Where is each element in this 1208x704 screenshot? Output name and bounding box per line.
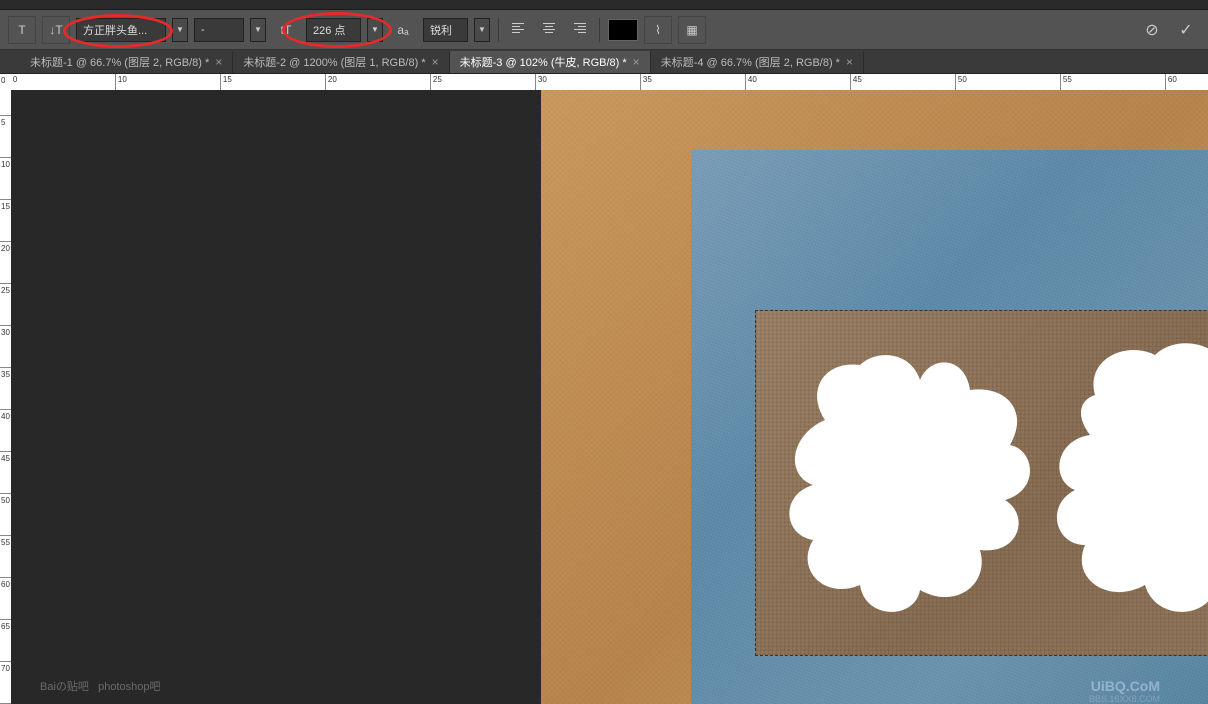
text-layer[interactable] bbox=[755, 300, 1208, 646]
ruler-tick: 25 bbox=[0, 284, 11, 326]
canvas-area[interactable] bbox=[11, 90, 1208, 704]
font-style-dropdown[interactable]: - bbox=[194, 18, 244, 42]
align-center-button[interactable] bbox=[537, 18, 561, 42]
ruler-tick: 45 bbox=[0, 452, 11, 494]
aa-icon: aₐ bbox=[389, 16, 417, 44]
menubar bbox=[0, 0, 1208, 10]
font-family-dropdown[interactable]: 方正胖头鱼... bbox=[76, 18, 166, 42]
ruler-tick: 45 bbox=[851, 74, 956, 90]
ruler-tick: 35 bbox=[641, 74, 746, 90]
aa-arrow-icon[interactable]: ▼ bbox=[474, 18, 490, 42]
ruler-tick: 50 bbox=[0, 494, 11, 536]
tab-doc-4[interactable]: 未标题-4 @ 66.7% (图层 2, RGB/8) * × bbox=[651, 51, 864, 73]
ruler-tick: 20 bbox=[326, 74, 431, 90]
ruler-horizontal[interactable]: 0101520253035404550556065707580859095100 bbox=[11, 74, 1208, 90]
tool-preset-icon[interactable]: T bbox=[8, 16, 36, 44]
watermark-bbs: BBS.16XX8.COM bbox=[1089, 694, 1160, 704]
text-color-swatch[interactable] bbox=[608, 19, 638, 41]
ruler-tick: 30 bbox=[0, 326, 11, 368]
ruler-tick: 40 bbox=[746, 74, 851, 90]
watermark-uibq: UiBQ.CoM bbox=[1091, 678, 1160, 694]
tab-label: 未标题-1 @ 66.7% (图层 2, RGB/8) * bbox=[30, 54, 209, 70]
close-icon[interactable]: × bbox=[432, 55, 439, 69]
antialias-dropdown[interactable]: 锐利 bbox=[423, 18, 468, 42]
ruler-tick: 15 bbox=[0, 200, 11, 242]
tab-label: 未标题-3 @ 102% (牛皮, RGB/8) * bbox=[460, 54, 627, 70]
ruler-tick: 60 bbox=[0, 578, 11, 620]
document-tabs: 未标题-1 @ 66.7% (图层 2, RGB/8) * × 未标题-2 @ 1… bbox=[0, 50, 1208, 74]
ruler-tick: 20 bbox=[0, 242, 11, 284]
font-family-arrow-icon[interactable]: ▼ bbox=[172, 18, 188, 42]
tab-doc-1[interactable]: 未标题-1 @ 66.7% (图层 2, RGB/8) * × bbox=[20, 51, 233, 73]
ruler-tick: 40 bbox=[0, 410, 11, 452]
ruler-tick: 30 bbox=[536, 74, 641, 90]
close-icon[interactable]: × bbox=[846, 55, 853, 69]
ruler-vertical[interactable]: 0510152025303540455055606570 bbox=[0, 74, 11, 704]
ruler-tick: 15 bbox=[221, 74, 326, 90]
separator bbox=[599, 18, 600, 42]
align-left-button[interactable] bbox=[507, 18, 531, 42]
ruler-tick: 25 bbox=[431, 74, 536, 90]
cancel-icon[interactable]: ⊘ bbox=[1138, 16, 1166, 44]
tab-label: 未标题-4 @ 66.7% (图层 2, RGB/8) * bbox=[661, 54, 840, 70]
close-icon[interactable]: × bbox=[633, 55, 640, 69]
ruler-tick: 70 bbox=[0, 662, 11, 704]
canvas-viewport: 0101520253035404550556065707580859095100 bbox=[11, 74, 1208, 704]
orientation-icon[interactable]: ↓T bbox=[42, 16, 70, 44]
commit-icon[interactable]: ✓ bbox=[1172, 16, 1200, 44]
font-size-icon: tT bbox=[272, 16, 300, 44]
font-size-arrow-icon[interactable]: ▼ bbox=[367, 18, 383, 42]
document-canvas[interactable] bbox=[541, 90, 1208, 704]
font-style-arrow-icon[interactable]: ▼ bbox=[250, 18, 266, 42]
watermark-baidu: Baiの贴吧 photoshop吧 bbox=[40, 678, 160, 694]
warp-text-icon[interactable]: ⌇ bbox=[644, 16, 672, 44]
tab-label: 未标题-2 @ 1200% (图层 1, RGB/8) * bbox=[243, 54, 425, 70]
tab-doc-2[interactable]: 未标题-2 @ 1200% (图层 1, RGB/8) * × bbox=[233, 51, 449, 73]
align-right-button[interactable] bbox=[567, 18, 591, 42]
ruler-tick: 0 bbox=[11, 74, 116, 90]
ruler-tick: 5 bbox=[0, 116, 11, 158]
ruler-tick: 10 bbox=[0, 158, 11, 200]
close-icon[interactable]: × bbox=[215, 55, 222, 69]
ruler-tick: 50 bbox=[956, 74, 1061, 90]
tab-doc-3[interactable]: 未标题-3 @ 102% (牛皮, RGB/8) * × bbox=[450, 51, 651, 73]
workspace: 0510152025303540455055606570 01015202530… bbox=[0, 74, 1208, 704]
type-options-bar: T ↓T 方正胖头鱼... ▼ - ▼ tT 226 点 ▼ aₐ 锐利 ▼ ⌇… bbox=[0, 10, 1208, 50]
separator bbox=[498, 18, 499, 42]
ruler-tick: 55 bbox=[1061, 74, 1166, 90]
ruler-tick: 65 bbox=[0, 620, 11, 662]
ruler-tick: 60 bbox=[1166, 74, 1208, 90]
character-panel-icon[interactable]: ▦ bbox=[678, 16, 706, 44]
ruler-tick: 0 bbox=[0, 74, 11, 116]
ruler-tick: 55 bbox=[0, 536, 11, 578]
font-size-dropdown[interactable]: 226 点 bbox=[306, 18, 361, 42]
ruler-tick: 10 bbox=[116, 74, 221, 90]
ruler-tick: 35 bbox=[0, 368, 11, 410]
